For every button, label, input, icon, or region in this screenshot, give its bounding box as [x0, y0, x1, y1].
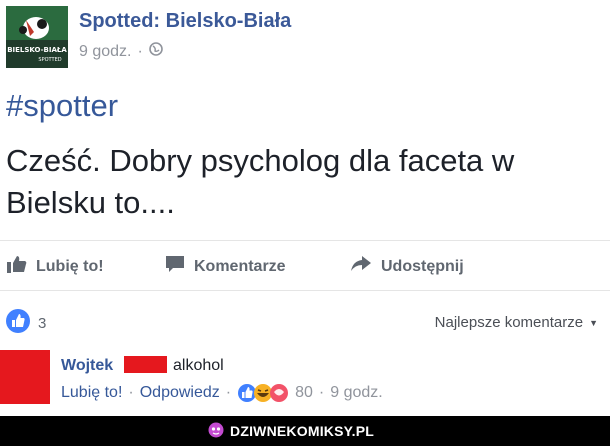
like-summary[interactable]: 3 [6, 309, 46, 337]
share-label: Udostępnij [381, 257, 464, 275]
comment-sort-dropdown[interactable]: Najlepsze komentarze ▼ [435, 314, 598, 331]
globe-icon[interactable] [149, 42, 163, 61]
comment-reactions[interactable] [237, 383, 289, 403]
ghost-icon [208, 422, 224, 441]
divider [0, 290, 610, 291]
comment-like-link[interactable]: Lubię to! [61, 384, 122, 402]
redaction-block [124, 356, 167, 373]
share-button[interactable]: Udostępnij [350, 255, 464, 278]
divider [0, 240, 610, 241]
page-name-link[interactable]: Spotted: Bielsko-Biała [79, 10, 291, 33]
comment-avatar[interactable] [0, 350, 50, 404]
like-reaction-icon [6, 309, 30, 337]
separator-dot: · [225, 384, 232, 401]
post-time[interactable]: 9 godz. [79, 43, 131, 61]
reaction-count[interactable]: 80 [295, 384, 313, 402]
post-text-line: Cześć. Dobry psycholog dla faceta w [6, 143, 515, 178]
comment-icon [165, 255, 185, 278]
comment-button[interactable]: Komentarze [165, 255, 286, 278]
thumbs-up-icon [7, 255, 27, 278]
comment-actions: Lubię to! · Odpowiedz · 80 · 9 godz. [61, 383, 383, 403]
comment-reply-link[interactable]: Odpowiedz [140, 384, 220, 402]
post-meta: 9 godz. · [79, 42, 163, 61]
svg-text:SPOTTED: SPOTTED [38, 57, 61, 63]
page-avatar[interactable]: BIELSKO-BIAŁA SPOTTED [6, 6, 68, 68]
watermark-bar: DZIWNEKOMIKSY.PL [0, 416, 610, 446]
like-label: Lubię to! [36, 257, 104, 275]
reaction-icons [238, 384, 289, 402]
like-button[interactable]: Lubię to! [7, 255, 104, 278]
sort-label: Najlepsze komentarze [434, 314, 584, 331]
separator-dot: · [128, 384, 134, 401]
svg-text:BIELSKO-BIAŁA: BIELSKO-BIAŁA [7, 46, 67, 54]
comment-label: Komentarze [194, 257, 286, 275]
page-logo-image: BIELSKO-BIAŁA SPOTTED [6, 6, 68, 68]
meta-separator: · [137, 42, 143, 60]
watermark-brand[interactable]: DZIWNEKOMIKSY.PL [208, 422, 374, 441]
separator-dot: · [318, 384, 325, 401]
comment-time[interactable]: 9 godz. [330, 384, 382, 402]
comment-text: alkohol [173, 357, 224, 374]
share-arrow-icon [350, 255, 372, 278]
watermark-text: DZIWNEKOMIKSY.PL [230, 423, 374, 439]
hashtag-link[interactable]: #spotter [6, 88, 118, 124]
post-text: Cześć. Dobry psycholog dla faceta w Biel… [6, 140, 606, 224]
caret-down-icon: ▼ [589, 317, 598, 328]
comment-author[interactable]: Wojtek [61, 357, 113, 375]
post-text-line: Bielsku to.... [6, 185, 175, 220]
like-count: 3 [38, 314, 47, 332]
